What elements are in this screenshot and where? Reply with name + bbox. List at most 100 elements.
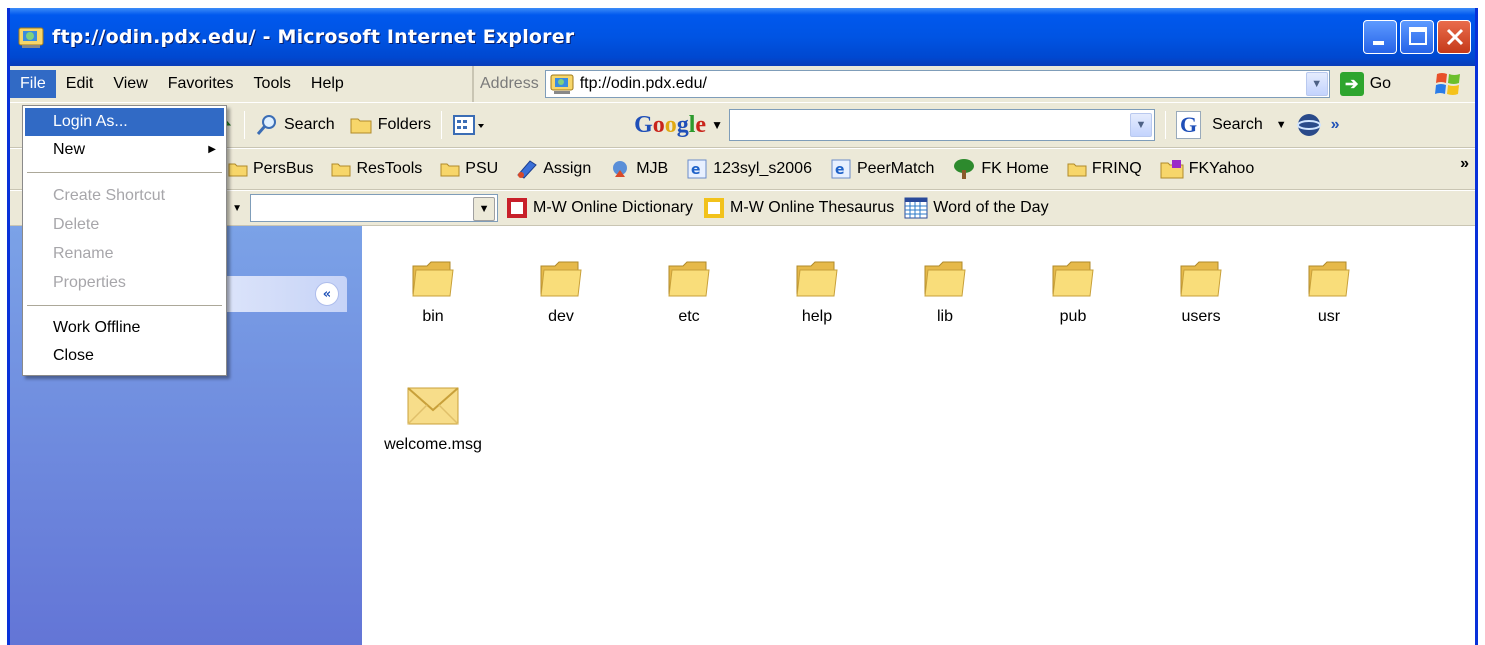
link-123syl[interactable]: e 123syl_s2006 (686, 159, 812, 179)
google-menu-arrow-icon[interactable]: ▼ (711, 118, 723, 132)
menu-bar: File Edit View Favorites Tools Help (10, 66, 472, 102)
globe-icon (1296, 114, 1321, 136)
link-mjb[interactable]: MJB (609, 159, 668, 179)
menu-favorites[interactable]: Favorites (158, 70, 244, 98)
menu-edit[interactable]: Edit (56, 70, 104, 98)
link-label: ResTools (356, 160, 423, 177)
file-label: welcome.msg (384, 436, 482, 453)
file-label: usr (1317, 308, 1341, 325)
toolbar-separator (441, 111, 443, 139)
folder-icon (440, 163, 460, 177)
link-psu[interactable]: PSU (440, 160, 498, 178)
link-fkhome[interactable]: FK Home (952, 158, 1049, 180)
link-label: MJB (636, 160, 669, 177)
google-logo[interactable]: Google (634, 112, 706, 139)
folder-item[interactable]: pub (1023, 256, 1123, 326)
folder-icon (1067, 163, 1087, 177)
collapse-chevron-icon[interactable]: « (315, 282, 339, 306)
svg-text:e: e (835, 162, 845, 178)
folder-item[interactable]: bin (383, 256, 483, 326)
folder-item[interactable]: etc (639, 256, 739, 326)
folder-icon (1308, 261, 1350, 297)
menu-item-close[interactable]: Close (23, 342, 226, 370)
title-bar[interactable]: ftp://odin.pdx.edu/ - Microsoft Internet… (10, 8, 1475, 66)
menu-view[interactable]: View (103, 70, 157, 98)
menu-tools[interactable]: Tools (244, 70, 301, 98)
address-bar: Address ftp://odin.pdx.edu/ ▼ ➔ Go (472, 66, 1475, 102)
google-g-icon: G (1175, 111, 1202, 139)
menu-item-rename: Rename (53, 245, 114, 262)
link-peermatch[interactable]: e PeerMatch (830, 159, 934, 179)
file-label: users (1181, 308, 1221, 325)
mw-thesaurus-button[interactable]: M-W Online Thesaurus (703, 197, 894, 219)
mjb-icon (613, 161, 628, 177)
menu-help[interactable]: Help (301, 70, 354, 98)
views-button[interactable] (452, 114, 486, 136)
google-search-label: Search (1212, 116, 1263, 133)
mw-dictionary-button[interactable]: M-W Online Dictionary (506, 197, 693, 219)
google-search-button[interactable]: G Search ▼ (1175, 111, 1287, 139)
document-item[interactable]: welcome.msg (383, 384, 483, 454)
go-button[interactable]: ➔ Go (1339, 72, 1391, 96)
folder-item[interactable]: usr (1279, 256, 1379, 326)
search-button[interactable]: Search (255, 113, 335, 137)
mw-word-of-day-label: Word of the Day (933, 199, 1049, 216)
ie-window: ftp://odin.pdx.edu/ - Microsoft Internet… (7, 8, 1478, 645)
minimize-icon (1364, 21, 1396, 53)
link-frinq[interactable]: FRINQ (1067, 160, 1142, 178)
folder-item[interactable]: help (767, 256, 867, 326)
merriam-toolbar: r ▼ ▼ M-W Online Dictionary M-W Online T… (10, 190, 1475, 226)
envelope-icon (407, 387, 459, 425)
google-dropdown-button[interactable]: ▼ (1129, 113, 1152, 137)
mw-dictionary-label: M-W Online Dictionary (533, 199, 694, 216)
menu-item-new[interactable]: New ▶ (23, 136, 226, 164)
maximize-button[interactable] (1400, 20, 1434, 54)
file-label: pub (1059, 308, 1087, 325)
link-label: FRINQ (1091, 160, 1142, 177)
google-search-input[interactable]: ▼ (728, 109, 1155, 141)
tree-icon (954, 159, 975, 179)
address-dropdown-button[interactable]: ▼ (1305, 72, 1328, 96)
menu-item-work-offline[interactable]: Work Offline (23, 314, 226, 342)
search-label: Search (284, 116, 335, 133)
mw-dropdown-button[interactable]: ▼ (473, 197, 496, 221)
folder-item[interactable]: lib (895, 256, 995, 326)
menu-separator (27, 172, 222, 173)
folders-icon (350, 118, 372, 134)
link-fkyahoo[interactable]: FKYahoo (1160, 159, 1254, 179)
link-persbus[interactable]: PersBus (228, 160, 313, 178)
folder-item[interactable]: users (1151, 256, 1251, 326)
link-restools[interactable]: ResTools (331, 160, 422, 178)
folder-icon (228, 163, 248, 177)
maximize-icon (1401, 21, 1433, 53)
mw-thesaurus-label: M-W Online Thesaurus (730, 199, 895, 216)
close-button[interactable] (1437, 20, 1471, 54)
links-chevron[interactable]: » (1460, 155, 1469, 173)
folder-item[interactable]: dev (511, 256, 611, 326)
file-label: help (801, 308, 833, 325)
folder-icon (668, 261, 710, 297)
link-label: PSU (465, 160, 499, 177)
toolbar-chevron[interactable]: » (1331, 116, 1340, 134)
calendar-icon (904, 197, 928, 219)
assign-icon (517, 160, 537, 179)
menu-item-create-shortcut: Create Shortcut (53, 187, 166, 204)
submenu-arrow-icon: ▶ (208, 144, 216, 155)
mw-word-of-day-button[interactable]: Word of the Day (904, 197, 1049, 219)
folders-button[interactable]: Folders (349, 114, 431, 136)
menu-item-delete: Delete (53, 216, 100, 233)
address-input[interactable]: ftp://odin.pdx.edu/ ▼ (544, 70, 1330, 98)
folder-icon (540, 261, 582, 297)
menu-item-login-as[interactable]: Login As... (25, 108, 224, 136)
address-label: Address (480, 75, 539, 92)
mw-search-input[interactable]: ▼ (250, 194, 499, 222)
menu-file[interactable]: File (10, 70, 56, 98)
link-label: PeerMatch (856, 160, 935, 177)
link-assign[interactable]: Assign (516, 159, 591, 179)
menu-item-label: New (53, 141, 86, 158)
folder-icon (924, 261, 966, 297)
minimize-button[interactable] (1363, 20, 1397, 54)
folder-icon (1180, 261, 1222, 297)
yahoo-folder-icon (1160, 160, 1184, 179)
pagerank-button[interactable] (1295, 111, 1323, 139)
